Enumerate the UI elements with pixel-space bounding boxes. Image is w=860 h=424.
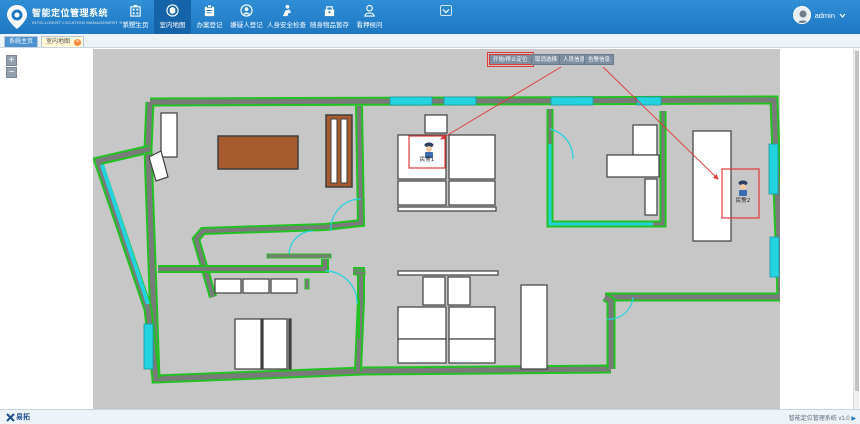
location-logo-icon: [7, 5, 27, 29]
police-marker: 民警2: [736, 180, 751, 204]
nav-item-home[interactable]: 系统主页: [117, 0, 154, 34]
floor-plan: 民警1 民警2: [93, 66, 780, 384]
door-arc: [288, 230, 314, 256]
footer-logo: 易拓: [6, 412, 30, 422]
close-icon[interactable]: ×: [74, 39, 82, 46]
cubicle-cluster-right: [606, 124, 660, 216]
cubicle-cluster-bottom: [397, 270, 499, 364]
nav-item-custody[interactable]: 看押候问: [351, 0, 388, 34]
main-nav: 系统主页 室内地图 办案登记 嫌疑人登记 人身安全检查 随身物品暂存 看押候问: [117, 0, 388, 34]
version-text: 智能定位管理系统 v1.0: [788, 416, 850, 422]
nav-item-indoor-map[interactable]: 室内地图: [154, 0, 191, 34]
map-container: + − 民警1 民警2 开始/停止定位 取消选择 人员信息 告警信息: [0, 49, 860, 409]
nav-label: 系统主页: [122, 22, 149, 29]
alarm-info-button[interactable]: 告警信息: [584, 54, 615, 65]
vertical-scrollbar[interactable]: [853, 49, 859, 409]
nav-label: 随身物品暂存: [310, 22, 349, 29]
zoom-in-button[interactable]: +: [6, 55, 17, 66]
security-check-icon: [282, 4, 292, 17]
building-icon: [130, 4, 141, 17]
avatar: [792, 6, 811, 24]
user-icon: [796, 10, 809, 23]
user-menu[interactable]: admin: [792, 6, 846, 24]
nav-item-item-storage[interactable]: 随身物品暂存: [308, 0, 351, 34]
tab-indoor-map[interactable]: 室内地图 ×: [41, 36, 85, 47]
nav-item-security-check[interactable]: 人身安全检查: [265, 0, 308, 34]
storage-icon: [324, 6, 335, 17]
chevron-down-icon: [442, 8, 450, 13]
cancel-selection-button[interactable]: 取消选择: [531, 54, 562, 65]
nav-item-case-register[interactable]: 办案登记: [191, 0, 228, 34]
conference-table: [217, 135, 299, 170]
footer: 易拓 智能定位管理系统 v1.0 ▶: [0, 409, 860, 424]
top-header: 智能定位管理系统 INTELLIGENT LOCATION MANAGEMENT…: [0, 0, 860, 34]
suspect-icon: [240, 4, 253, 17]
nav-more-button[interactable]: [440, 5, 452, 16]
tab-strip: 系统主页 室内地图 ×: [0, 34, 860, 48]
nav-label: 办案登记: [196, 22, 223, 29]
tab-label: 室内地图: [46, 39, 71, 45]
scrollbar-thumb[interactable]: [855, 51, 859, 391]
door-arc: [324, 270, 358, 305]
chevron-down-icon: [839, 13, 846, 18]
footer-logo-text: 易拓: [16, 414, 30, 421]
side-table: [325, 114, 353, 188]
guard-icon: [364, 4, 375, 17]
left-wing-window: [100, 164, 150, 305]
tab-home[interactable]: 系统主页: [4, 36, 39, 47]
nav-label: 嫌疑人登记: [230, 22, 263, 29]
play-icon: ▶: [851, 416, 856, 422]
username: admin: [814, 10, 835, 20]
nav-label: 看押候问: [356, 22, 383, 29]
nav-label: 人身安全检查: [267, 22, 306, 29]
x-logo-icon: [6, 412, 15, 422]
cubicle-cluster-top: [397, 114, 497, 212]
marker-label: 民警2: [736, 196, 751, 204]
map-pin-icon: [166, 4, 179, 17]
marker-label: 民警1: [420, 155, 435, 163]
nav-item-suspect-register[interactable]: 嫌疑人登记: [228, 0, 265, 34]
clipboard-icon: [204, 4, 215, 17]
zoom-out-button[interactable]: −: [6, 67, 17, 78]
start-stop-locating-button[interactable]: 开始/停止定位: [487, 52, 534, 67]
footer-version: 智能定位管理系统 v1.0 ▶: [789, 413, 856, 422]
nav-label: 室内地图: [159, 22, 186, 29]
